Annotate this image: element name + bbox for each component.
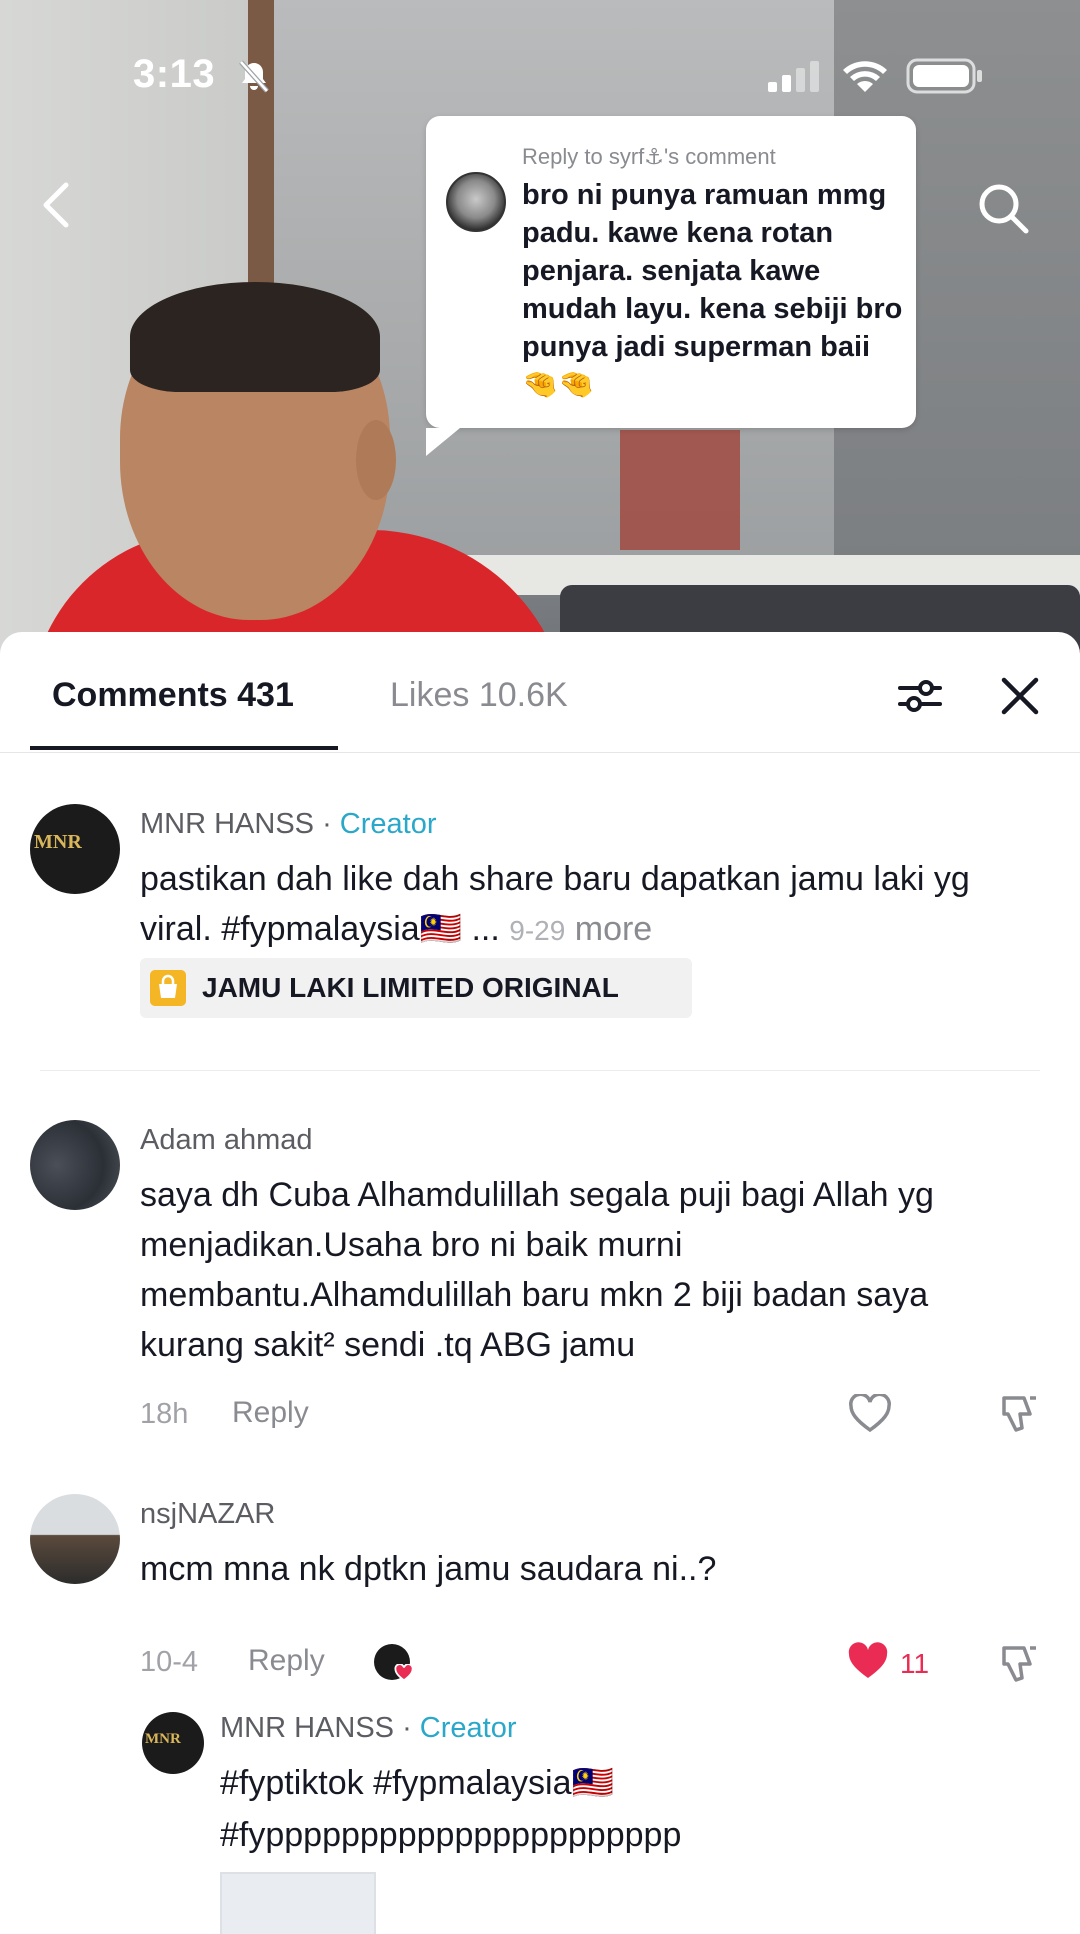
person-hair: [130, 282, 380, 392]
reply-comment-bubble: Reply to syrf⚓'s comment bro ni punya ra…: [426, 116, 916, 456]
dislike-icon[interactable]: [996, 1642, 1040, 1686]
product-link-chip[interactable]: JAMU LAKI LIMITED ORIGINAL: [140, 958, 692, 1018]
comment-username[interactable]: Adam ahmad: [140, 1124, 313, 1157]
username-link[interactable]: MNR HANSS: [140, 808, 314, 840]
avatar-logo-text: MNR: [34, 831, 82, 853]
comment-username[interactable]: MNR HANSS · Creator: [140, 808, 437, 841]
avatar[interactable]: MNR: [30, 804, 120, 894]
comment-text: pastikan dah like dah share baru dapatka…: [140, 854, 1020, 956]
comment-text: #fypppppppppppppppppppppp: [220, 1816, 682, 1854]
comment-text: saya dh Cuba Alhamdulillah segala puji b…: [140, 1176, 934, 1364]
shelf: [620, 430, 740, 550]
creator-badge: Creator: [339, 808, 437, 840]
comment-date: 9-29: [509, 915, 566, 946]
username-link[interactable]: MNR HANSS: [220, 1712, 394, 1744]
tab-comments[interactable]: Comments 431: [52, 676, 294, 715]
avatar-logo-text: MNR: [145, 1730, 181, 1747]
reply-image-thumbnail[interactable]: [220, 1872, 376, 1934]
divider: [0, 752, 1080, 753]
creator-liked-badge: [374, 1644, 414, 1684]
heart-icon[interactable]: [846, 1642, 890, 1682]
reply-button[interactable]: Reply: [248, 1644, 325, 1678]
search-icon[interactable]: [975, 180, 1031, 236]
comment-username[interactable]: nsjNAZAR: [140, 1498, 275, 1531]
cellular-signal-icon: [768, 61, 819, 92]
back-icon[interactable]: [36, 180, 76, 230]
status-time: 3:13: [133, 52, 216, 96]
heart-icon[interactable]: [848, 1394, 892, 1434]
ellipsis: ...: [471, 910, 500, 948]
video-background[interactable]: 3:13 Reply to syrf⚓'s comment bro ni pun…: [0, 0, 1080, 660]
creator-badge: Creator: [419, 1712, 517, 1744]
avatar[interactable]: [30, 1494, 120, 1584]
person-ear: [356, 420, 396, 500]
active-tab-indicator: [30, 746, 338, 750]
comment-text: #fyptiktok #fypmalaysia🇲🇾: [220, 1764, 614, 1802]
like-count: 11: [900, 1648, 930, 1679]
comment-text: mcm mna nk dptkn jamu saudara ni..?: [140, 1550, 717, 1588]
avatar[interactable]: [30, 1120, 120, 1210]
silent-mode-icon: [239, 60, 269, 93]
product-name: JAMU LAKI LIMITED ORIGINAL: [202, 972, 619, 1003]
comment-date: 18h: [140, 1398, 189, 1430]
dislike-icon[interactable]: [996, 1392, 1040, 1436]
avatar[interactable]: MNR: [142, 1712, 204, 1774]
divider: [40, 1070, 1040, 1071]
bubble-comment-text: bro ni punya ramuan mmg padu. kawe kena …: [522, 179, 903, 401]
comment-date: 10-4: [140, 1646, 199, 1678]
reply-button[interactable]: Reply: [232, 1396, 309, 1430]
tab-likes[interactable]: Likes 10.6K: [390, 676, 568, 715]
comments-sheet: Comments 431 Likes 10.6K MNR MNR HANSS ·…: [0, 632, 1080, 1934]
wifi-icon: [843, 61, 887, 92]
close-icon[interactable]: [998, 674, 1042, 718]
shopping-bag-icon: [150, 970, 186, 1006]
heart-icon: [394, 1664, 414, 1682]
filter-icon[interactable]: [896, 672, 944, 720]
comment-username[interactable]: MNR HANSS · Creator: [220, 1712, 517, 1745]
battery-icon: [906, 58, 982, 94]
bubble-avatar: [446, 172, 506, 232]
more-link[interactable]: more: [575, 910, 652, 948]
bubble-reply-header: Reply to syrf⚓'s comment: [522, 144, 776, 169]
